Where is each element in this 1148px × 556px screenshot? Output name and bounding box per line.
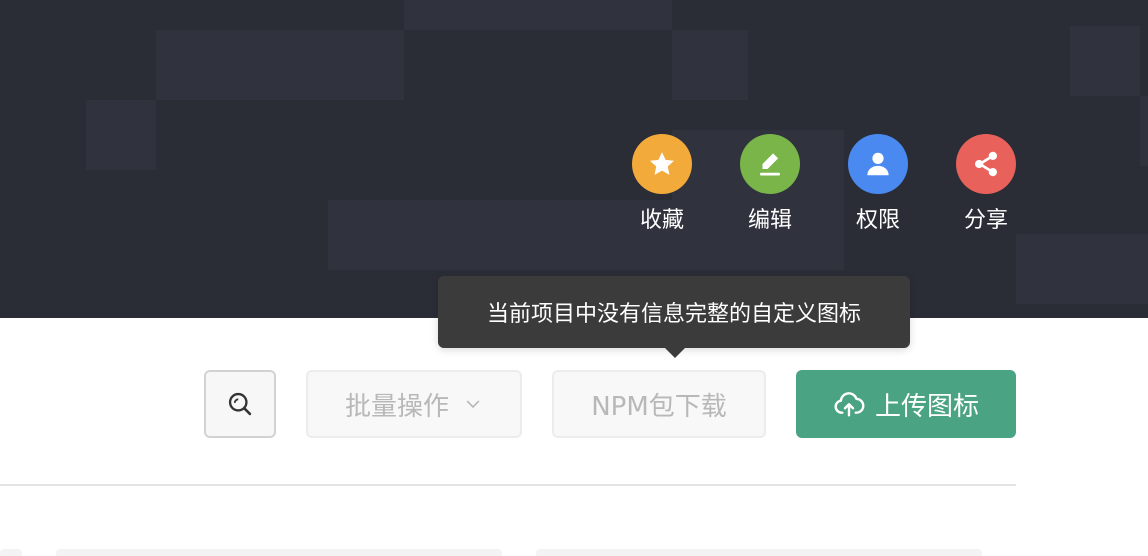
- share-button[interactable]: [956, 134, 1016, 194]
- tooltip-arrow: [664, 347, 686, 358]
- background-tile: [1140, 96, 1148, 166]
- background-tile: [1016, 234, 1148, 304]
- npm-download-label: NPM包下载: [591, 391, 727, 422]
- icon-card[interactable]: [56, 549, 502, 556]
- upload-icon-label: 上传图标: [874, 391, 979, 422]
- share-label: 分享: [963, 208, 1008, 233]
- user-icon: [867, 152, 889, 176]
- divider: [0, 484, 1016, 486]
- permission-action[interactable]: 权限: [838, 134, 918, 236]
- search-icon: [228, 392, 252, 416]
- upload-icon-button[interactable]: 上传图标: [796, 370, 1016, 438]
- favorite-action[interactable]: 收藏: [622, 134, 702, 236]
- batch-operation-dropdown[interactable]: 批量操作: [306, 370, 522, 438]
- edit-action[interactable]: 编辑: [730, 134, 810, 236]
- tooltip-text: 当前项目中没有信息完整的自定义图标: [486, 302, 861, 327]
- star-icon: [650, 152, 674, 175]
- icon-card[interactable]: [536, 549, 982, 556]
- favorite-label: 收藏: [639, 208, 684, 233]
- edit-label: 编辑: [747, 208, 792, 233]
- pencil-icon: [760, 153, 780, 176]
- chevron-down-icon: [466, 400, 480, 409]
- background-tile: [156, 30, 404, 100]
- favorite-button[interactable]: [632, 134, 692, 194]
- share-action[interactable]: 分享: [946, 134, 1026, 236]
- permission-label: 权限: [855, 208, 900, 233]
- search-button[interactable]: [204, 370, 276, 438]
- batch-operation-label: 批量操作: [344, 391, 449, 422]
- edit-button[interactable]: [740, 134, 800, 194]
- background-tile: [86, 100, 156, 170]
- project-header: 收藏 编辑 权限 分享: [0, 0, 1148, 318]
- tooltip: 当前项目中没有信息完整的自定义图标: [438, 276, 910, 348]
- background-tile: [404, 0, 672, 30]
- icon-card[interactable]: [0, 549, 22, 556]
- npm-download-button[interactable]: NPM包下载: [552, 370, 766, 438]
- permission-button[interactable]: [848, 134, 908, 194]
- cloud-upload-icon: [834, 392, 865, 417]
- share-icon: [975, 151, 997, 177]
- background-tile: [1070, 26, 1140, 96]
- background-tile: [672, 30, 748, 100]
